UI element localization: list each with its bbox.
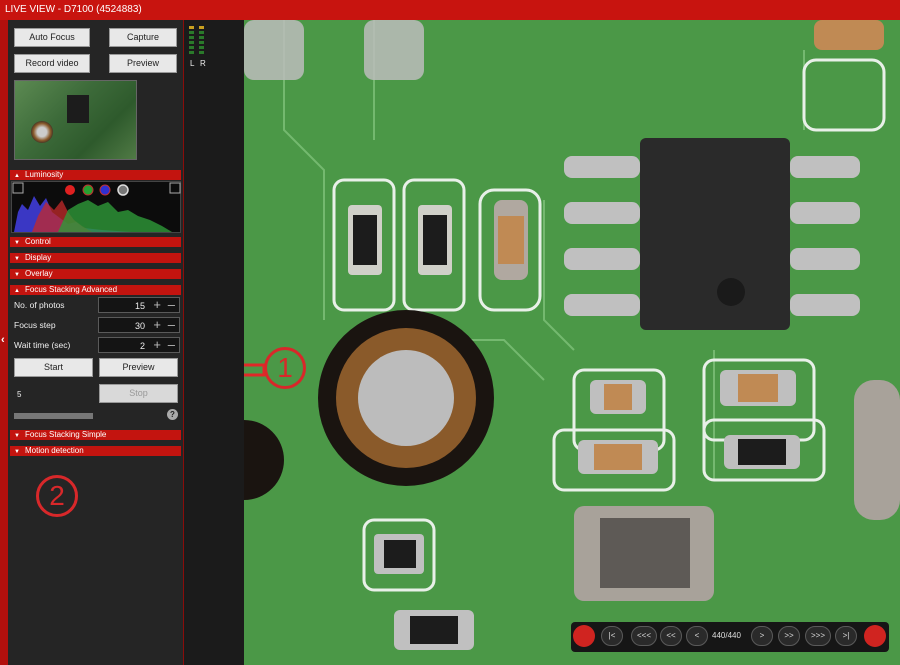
lock-icon-right[interactable] bbox=[864, 625, 886, 647]
histogram-graph bbox=[12, 182, 181, 232]
audio-meter-area: L R bbox=[184, 20, 244, 665]
thumbnail-chip bbox=[67, 95, 89, 123]
section-motion-detection[interactable]: ▼ Motion detection bbox=[10, 446, 181, 456]
section-control-label: Control bbox=[25, 237, 51, 246]
image-position-counter: 440/440 bbox=[712, 631, 741, 640]
histogram-right-handle[interactable] bbox=[169, 182, 181, 194]
plus-icon[interactable]: + bbox=[153, 298, 161, 312]
lock-icon[interactable] bbox=[573, 625, 595, 647]
collapse-icon: ▲ bbox=[14, 288, 20, 294]
histogram-blue-picker[interactable] bbox=[99, 184, 111, 196]
live-thumbnail bbox=[14, 80, 137, 160]
stack-counter: 5 bbox=[17, 390, 22, 399]
expand-icon: ▼ bbox=[14, 433, 20, 439]
wait-time-value: 2 bbox=[139, 341, 145, 351]
annotation-number-one: 1 bbox=[264, 347, 306, 389]
plus-icon[interactable]: + bbox=[153, 338, 161, 352]
histogram-luma-picker[interactable] bbox=[117, 184, 129, 196]
plus-icon[interactable]: + bbox=[153, 318, 161, 332]
start-button[interactable]: Start bbox=[14, 358, 93, 377]
back-fast-button[interactable]: <<< bbox=[631, 626, 657, 646]
window-title: LIVE VIEW - D7100 (4524883) bbox=[5, 4, 142, 15]
minus-icon[interactable]: – bbox=[168, 298, 175, 312]
focus-step-label: Focus step bbox=[14, 320, 56, 330]
photos-count-row: No. of photos 15 + – bbox=[14, 297, 181, 313]
focus-step-stepper[interactable]: 30 + – bbox=[98, 317, 180, 333]
collapse-icon: ▲ bbox=[14, 173, 20, 179]
live-view-image[interactable] bbox=[244, 20, 900, 665]
capture-button[interactable]: Capture bbox=[109, 28, 177, 47]
histogram-green-picker[interactable] bbox=[82, 184, 94, 196]
thumbnail-capacitor bbox=[31, 121, 53, 143]
meter-right-label: R bbox=[200, 59, 206, 68]
section-overlay[interactable]: ▼ Overlay bbox=[10, 269, 181, 279]
expand-icon: ▼ bbox=[14, 240, 20, 246]
histogram-green bbox=[58, 200, 172, 232]
first-image-button[interactable]: |< bbox=[601, 626, 623, 646]
section-focus-stacking-advanced-label: Focus Stacking Advanced bbox=[25, 285, 118, 294]
title-bar: LIVE VIEW - D7100 (4524883) bbox=[0, 0, 900, 20]
histogram-red-picker[interactable] bbox=[65, 185, 75, 195]
section-focus-stacking-simple[interactable]: ▼ Focus Stacking Simple bbox=[10, 430, 181, 440]
stop-button[interactable]: Stop bbox=[99, 384, 178, 403]
next-image-button[interactable]: > bbox=[751, 626, 773, 646]
focus-step-row: Focus step 30 + – bbox=[14, 317, 181, 333]
section-luminosity-label: Luminosity bbox=[25, 170, 64, 179]
annotation-number-two: 2 bbox=[36, 475, 78, 517]
back-button[interactable]: << bbox=[660, 626, 682, 646]
meter-left-label: L bbox=[190, 59, 195, 68]
expand-icon: ▼ bbox=[14, 256, 20, 262]
luminosity-histogram bbox=[11, 181, 181, 233]
expand-icon: ▼ bbox=[14, 449, 20, 455]
minus-icon[interactable]: – bbox=[168, 338, 175, 352]
last-image-button[interactable]: >| bbox=[835, 626, 857, 646]
focus-step-value: 30 bbox=[134, 321, 145, 331]
wait-time-stepper[interactable]: 2 + – bbox=[98, 337, 180, 353]
stack-preview-button[interactable]: Preview bbox=[99, 358, 178, 377]
section-focus-stacking-advanced[interactable]: ▲ Focus Stacking Advanced bbox=[10, 285, 181, 295]
help-icon[interactable]: ? bbox=[167, 409, 178, 420]
record-video-button[interactable]: Record video bbox=[14, 54, 90, 73]
histogram-left-handle[interactable] bbox=[12, 182, 24, 194]
section-motion-detection-label: Motion detection bbox=[25, 446, 84, 455]
image-navigator: |< <<< << < 440/440 > >> >>> >| bbox=[571, 622, 889, 652]
section-luminosity[interactable]: ▲ Luminosity bbox=[10, 170, 181, 180]
section-focus-stacking-simple-label: Focus Stacking Simple bbox=[25, 430, 107, 439]
section-control[interactable]: ▼ Control bbox=[10, 237, 181, 247]
forward-fast-button[interactable]: >>> bbox=[805, 626, 831, 646]
section-overlay-label: Overlay bbox=[25, 269, 53, 278]
photos-count-stepper[interactable]: 15 + – bbox=[98, 297, 180, 313]
minus-icon[interactable]: – bbox=[168, 318, 175, 332]
previous-image-button[interactable]: < bbox=[686, 626, 708, 646]
wait-time-label: Wait time (sec) bbox=[14, 340, 71, 350]
stack-progress-bar bbox=[14, 413, 93, 419]
auto-focus-button[interactable]: Auto Focus bbox=[14, 28, 90, 47]
chevron-left-icon[interactable]: ‹ bbox=[1, 334, 5, 346]
wait-time-row: Wait time (sec) 2 + – bbox=[14, 337, 181, 353]
preview-button[interactable]: Preview bbox=[109, 54, 177, 73]
photos-count-value: 15 bbox=[134, 301, 145, 311]
photos-count-label: No. of photos bbox=[14, 300, 65, 310]
section-display[interactable]: ▼ Display bbox=[10, 253, 181, 263]
forward-button[interactable]: >> bbox=[778, 626, 800, 646]
panel-collapse-strip[interactable]: ‹ bbox=[0, 20, 8, 665]
pcb-image bbox=[244, 20, 900, 665]
expand-icon: ▼ bbox=[14, 272, 20, 278]
section-display-label: Display bbox=[25, 253, 52, 262]
